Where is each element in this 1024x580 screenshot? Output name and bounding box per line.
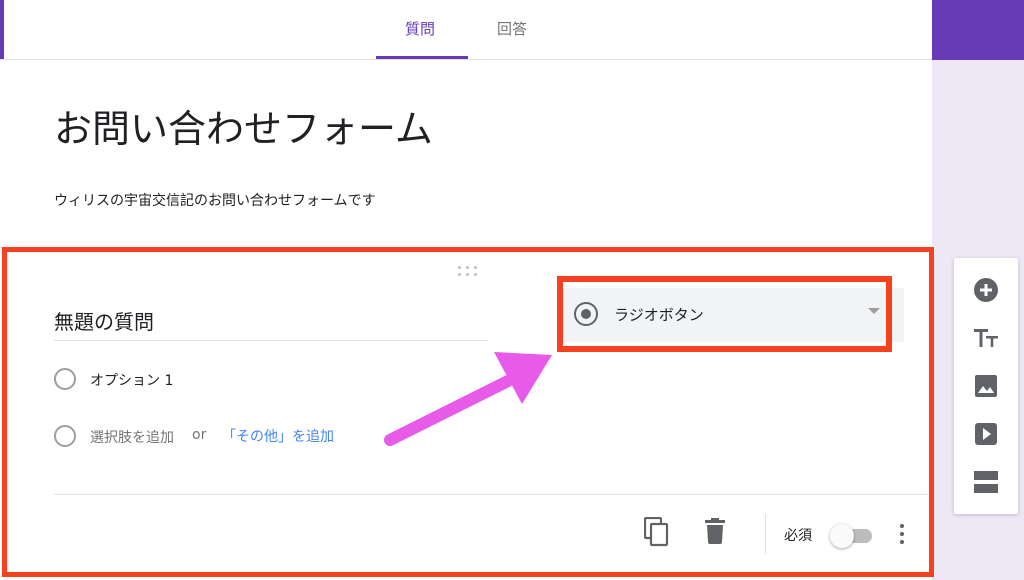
form-title[interactable]: お問い合わせフォーム [54,98,433,153]
copy-icon[interactable] [643,516,670,551]
radio-button-icon [574,302,598,326]
footer-divider [54,494,928,495]
active-tab-indicator [376,56,468,59]
option-radio-icon [54,368,76,390]
tab-responses[interactable]: 回答 [497,18,527,39]
more-vert-icon[interactable] [898,522,906,546]
add-other-link[interactable]: 「その他」を追加 [222,426,334,446]
trash-icon[interactable] [704,518,726,548]
question-title-input[interactable]: 無題の質問 [54,306,154,335]
required-label: 必須 [784,528,812,544]
tab-questions[interactable]: 質問 [405,18,435,39]
or-text: or [192,427,207,443]
question-type-label: ラジオボタン [614,306,704,324]
add-circle-icon[interactable] [970,274,1002,306]
required-toggle[interactable] [830,524,874,548]
add-option-input[interactable]: 選択肢を追加 [90,427,174,447]
question-title-underline [54,340,488,341]
dropdown-caret-icon [868,308,880,314]
tab-bar: 質問 回答 [0,0,932,60]
add-option-radio-icon [54,425,76,447]
toggle-thumb [830,524,854,548]
footer-separator [765,514,766,554]
header-purple-bar [932,0,1024,60]
video-icon[interactable] [970,418,1002,450]
drag-handle-icon[interactable] [458,266,480,278]
section-icon[interactable] [970,466,1002,498]
form-description[interactable]: ウィリスの宇宙交信記のお問い合わせフォームです [54,190,376,210]
image-icon[interactable] [970,370,1002,402]
side-toolbar [954,258,1018,514]
option-1-label[interactable]: オプション 1 [90,370,173,390]
title-text-icon[interactable] [970,322,1002,354]
question-type-dropdown[interactable] [560,288,904,342]
